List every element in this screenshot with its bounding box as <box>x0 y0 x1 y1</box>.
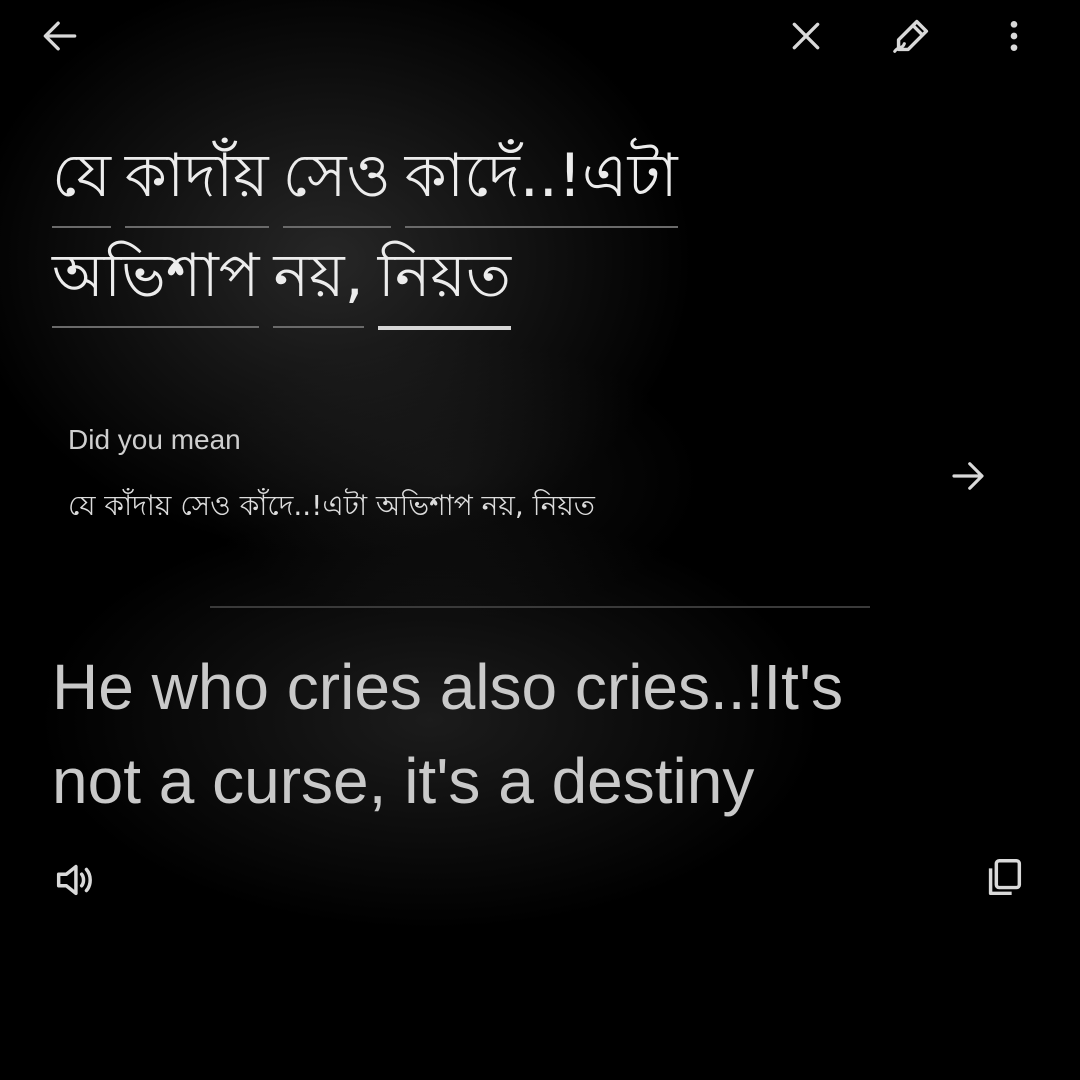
more-vert-icon <box>1010 21 1018 51</box>
apply-suggestion-button[interactable] <box>940 448 996 504</box>
source-text[interactable]: যে কাদাঁয় সেও কাদেঁ..!এটা অভিশাপ নয়, নিয়ত <box>52 128 872 330</box>
more-options-button[interactable] <box>986 8 1042 64</box>
copy-button[interactable] <box>976 850 1032 906</box>
source-word[interactable]: অভিশাপ <box>52 228 260 328</box>
handwriting-button[interactable] <box>884 8 940 64</box>
volume-icon <box>56 864 92 896</box>
source-word[interactable]: কাদেঁ..!এটা <box>404 128 678 228</box>
arrow-left-icon <box>43 21 77 51</box>
did-you-mean-label: Did you mean <box>68 424 241 455</box>
suggestion-text[interactable]: যে কাঁদায় সেও কাঁদে..!এটা অভিশাপ নয়, ন… <box>68 484 928 531</box>
source-word[interactable]: যে <box>52 128 111 228</box>
translation-line: He who cries also cries..!It's <box>52 651 844 723</box>
close-icon <box>792 22 820 50</box>
listen-button[interactable] <box>46 852 102 908</box>
source-word[interactable]: নয়, <box>273 228 364 328</box>
back-button[interactable] <box>32 8 88 64</box>
source-word[interactable]: কাদাঁয় <box>124 128 269 228</box>
close-button[interactable] <box>778 8 834 64</box>
arrow-right-icon <box>952 462 984 490</box>
handwriting-pen-icon <box>893 19 929 53</box>
copy-icon <box>988 859 1022 896</box>
divider <box>210 606 870 608</box>
source-word[interactable]: সেও <box>282 128 391 228</box>
source-word-active[interactable]: নিয়ত <box>377 228 512 330</box>
translation-line: not a curse, it's a destiny <box>52 745 755 817</box>
translation-text[interactable]: He who cries also cries..!It's not a cur… <box>52 640 952 828</box>
